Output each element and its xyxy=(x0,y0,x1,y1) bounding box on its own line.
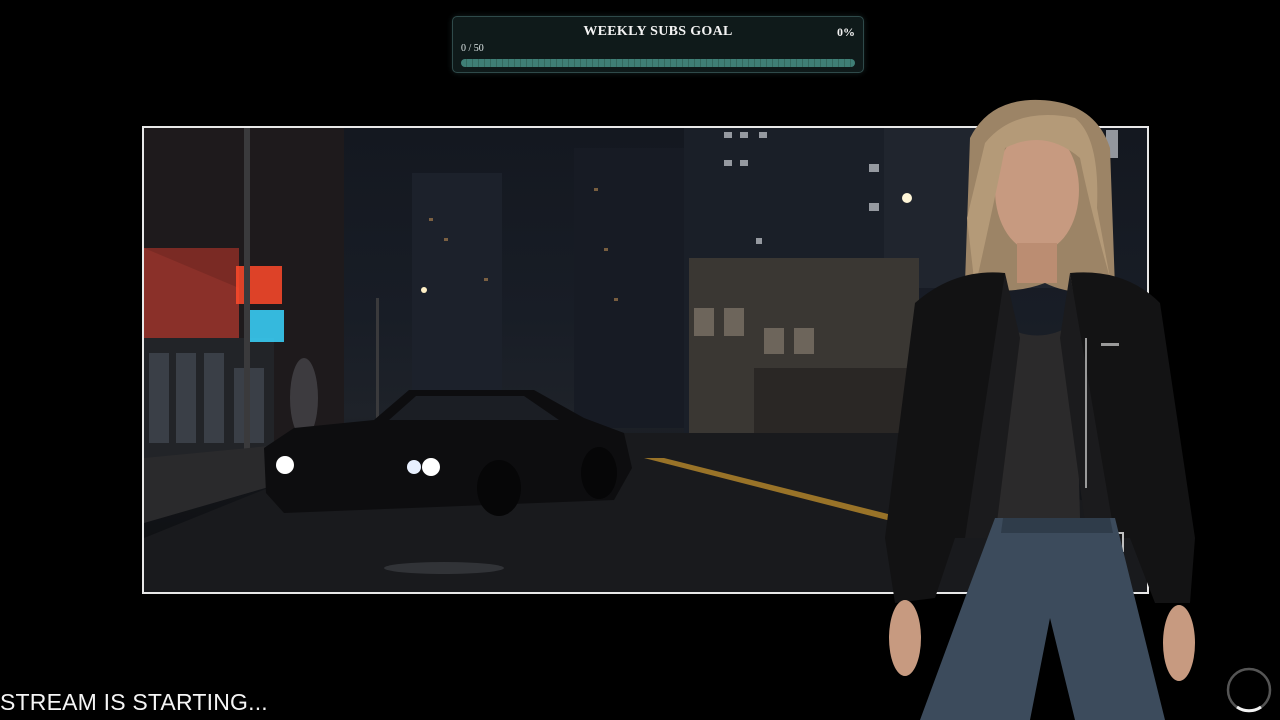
goal-progress-bar xyxy=(461,59,855,67)
loading-spinner-icon xyxy=(1225,666,1273,714)
goal-title: WEEKLY SUBS GOAL xyxy=(583,24,733,39)
subs-goal-widget: WEEKLY SUBS GOAL 0% 0 / 50 xyxy=(452,16,864,73)
goal-count: 0 / 50 xyxy=(461,43,484,54)
streamer-figure xyxy=(885,99,1195,720)
goal-percent: 0% xyxy=(837,25,855,39)
streamer-character xyxy=(875,98,1205,720)
stream-status-text: STREAM IS STARTING... xyxy=(0,689,268,715)
